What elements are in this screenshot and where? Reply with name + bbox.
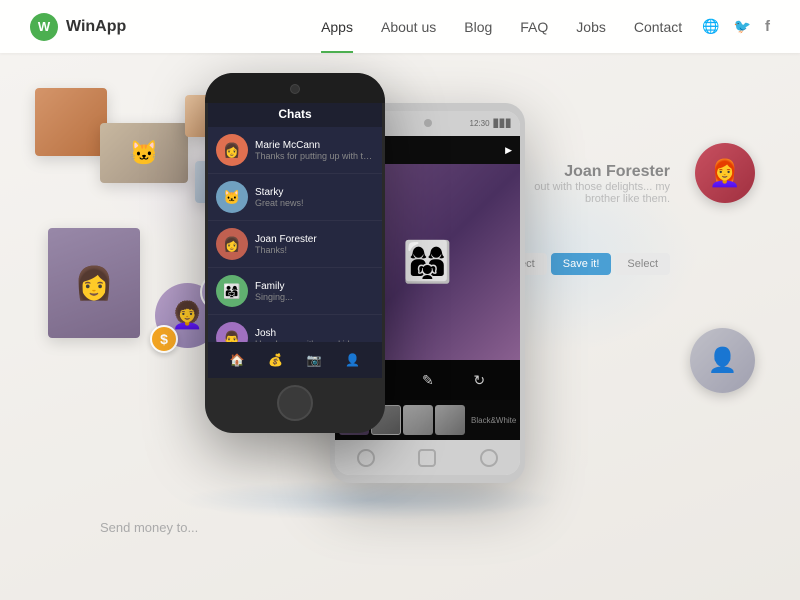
phone-screen-left: Chats 👩 Marie McCann Thanks for putting … <box>208 101 382 378</box>
nav-faq[interactable]: FAQ <box>520 19 548 35</box>
phone-left: Chats 👩 Marie McCann Thanks for putting … <box>205 73 385 433</box>
select-button[interactable]: Select <box>615 253 670 275</box>
send-money-text: Send money to... <box>100 520 198 535</box>
chat-info-2: Starky Great news! <box>255 187 374 208</box>
avatar-joan: 👩 <box>216 228 248 260</box>
arrow-icon[interactable]: ▶ <box>505 145 512 156</box>
send-money-tab-icon[interactable]: 💰 <box>268 353 283 367</box>
phone-shadow <box>180 480 560 520</box>
nav-blog[interactable]: Blog <box>464 19 492 35</box>
phone-right-camera <box>424 119 432 127</box>
chat-msg-1: Thanks for putting up with those deli... <box>255 151 374 161</box>
home-button[interactable] <box>277 385 313 421</box>
joan-name: Joan Forester <box>530 163 670 181</box>
phone-camera <box>290 84 300 94</box>
rotate-icon[interactable]: ↻ <box>473 372 485 389</box>
film-thumb-4[interactable] <box>435 405 465 435</box>
chat-msg-3: Thanks! <box>255 245 374 255</box>
chat-msg-2: Great news! <box>255 198 374 208</box>
signal-icon: ▊▊▊ <box>494 119 512 128</box>
avatar-marie: 👩 <box>216 134 248 166</box>
chat-msg-4: Singing... <box>255 292 374 302</box>
right-avatar-grey: 👤 <box>690 328 755 393</box>
chat-item-3[interactable]: 👩 Joan Forester Thanks! <box>208 221 382 268</box>
phone-right-bottom-bar <box>335 440 520 475</box>
joan-desc: out with those delights... my brother li… <box>530 181 670 205</box>
twitter-icon[interactable]: 🐦 <box>734 18 751 35</box>
nav-icons: 🌐 🐦 f <box>702 18 770 35</box>
nav-contact[interactable]: Contact <box>634 19 682 35</box>
chat-item-1[interactable]: 👩 Marie McCann Thanks for putting up wit… <box>208 127 382 174</box>
hero-scene: 🐱 👩 👩‍🦱 👦 $ Send money to... 👩‍🦰 👤 Joan … <box>0 53 800 600</box>
chat-list: 👩 Marie McCann Thanks for putting up wit… <box>208 127 382 378</box>
chat-info-3: Joan Forester Thanks! <box>255 234 374 255</box>
home-button-right[interactable] <box>418 449 436 467</box>
header: W WinApp Apps About us Blog FAQ Jobs Con… <box>0 0 800 53</box>
main-nav: Apps About us Blog FAQ Jobs Contact <box>321 19 682 35</box>
right-avatar-red: 👩‍🦰 <box>695 143 755 203</box>
chat-info-4: Family Singing... <box>255 281 374 302</box>
chat-item-2[interactable]: 🐱 Starky Great news! <box>208 174 382 221</box>
chat-info-1: Marie McCann Thanks for putting up with … <box>255 140 374 161</box>
chat-header: Chats <box>208 101 382 127</box>
chat-name-2: Starky <box>255 187 374 198</box>
profile-tab-icon[interactable]: 👤 <box>345 353 360 367</box>
save-button[interactable]: Save it! <box>551 253 612 275</box>
chat-name-4: Family <box>255 281 374 292</box>
joan-info: Joan Forester out with those delights...… <box>530 163 670 205</box>
avatar-starky: 🐱 <box>216 181 248 213</box>
floating-photo-cat: 🐱 <box>100 123 188 183</box>
facebook-icon[interactable]: f <box>765 18 770 35</box>
chat-name-5: Josh <box>255 328 374 339</box>
chat-name-1: Marie McCann <box>255 140 374 151</box>
edit-icon[interactable]: ✎ <box>422 372 434 389</box>
floating-photo-5: 👩 <box>48 228 140 338</box>
photos-tab-icon[interactable]: 📷 <box>307 353 322 367</box>
nav-jobs[interactable]: Jobs <box>576 19 606 35</box>
globe-icon[interactable]: 🌐 <box>702 18 719 35</box>
film-thumb-3[interactable] <box>403 405 433 435</box>
floating-photo-1 <box>35 88 107 156</box>
back-button[interactable] <box>357 449 375 467</box>
chat-bottom-bar: 🏠 💰 📷 👤 <box>208 342 382 378</box>
chat-item-4[interactable]: 👨‍👩‍👧 Family Singing... <box>208 268 382 315</box>
money-badge: $ <box>150 325 178 353</box>
time-display: 12:30 <box>470 119 490 128</box>
nav-about[interactable]: About us <box>381 19 436 35</box>
avatar-family: 👨‍👩‍👧 <box>216 275 248 307</box>
chat-name-3: Joan Forester <box>255 234 374 245</box>
logo-icon: W <box>30 13 58 41</box>
home-tab-icon[interactable]: 🏠 <box>230 353 245 367</box>
recent-button[interactable] <box>480 449 498 467</box>
chat-title: Chats <box>278 107 311 121</box>
logo-area: W WinApp <box>30 13 126 41</box>
filter-label: Black&White <box>467 416 516 425</box>
nav-apps[interactable]: Apps <box>321 19 353 35</box>
logo-text: WinApp <box>66 18 126 36</box>
